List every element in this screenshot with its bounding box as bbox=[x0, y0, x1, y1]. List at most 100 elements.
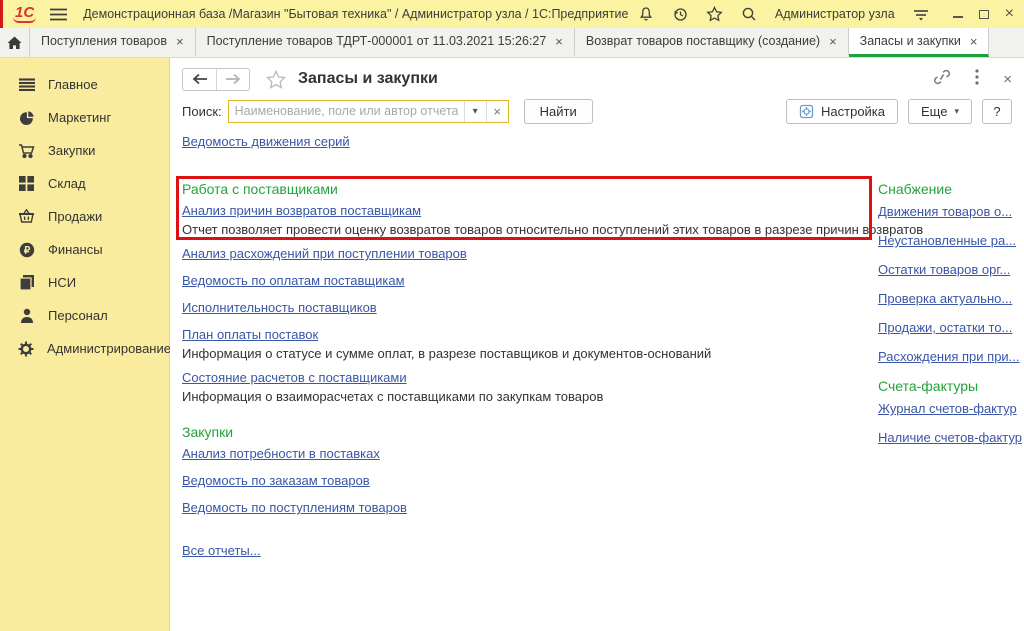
sidebar-item-label: Главное bbox=[48, 77, 98, 92]
main-menu-icon[interactable] bbox=[50, 8, 67, 21]
search-icon[interactable] bbox=[741, 6, 757, 22]
report-link-ispolnitelnost-postavshchikov[interactable]: Исполнительность поставщиков bbox=[182, 300, 923, 315]
help-button[interactable]: ? bbox=[982, 99, 1012, 124]
sidebar-item-label: НСИ bbox=[48, 275, 76, 290]
back-button[interactable] bbox=[183, 69, 216, 90]
pie-chart-icon bbox=[18, 109, 35, 126]
favorite-star-icon[interactable] bbox=[266, 70, 286, 89]
sidebar-item-marketing[interactable]: Маркетинг bbox=[0, 101, 169, 134]
sidebar-item-label: Закупки bbox=[48, 143, 95, 158]
tab-label: Поступление товаров ТДРТ-000001 от 11.03… bbox=[207, 34, 547, 48]
get-link-icon[interactable] bbox=[933, 69, 951, 90]
tab-close-icon[interactable]: × bbox=[555, 34, 563, 49]
report-link-nalichie-schetov-faktur[interactable]: Наличие счетов-фактур bbox=[878, 430, 1024, 445]
history-nav-group bbox=[182, 68, 250, 91]
title-bar: 1С Демонстрационная база /Магазин "Бытов… bbox=[0, 0, 1024, 28]
chevron-down-icon: ▾ bbox=[954, 106, 959, 117]
sidebar-item-label: Маркетинг bbox=[48, 110, 111, 125]
history-icon[interactable] bbox=[672, 6, 688, 22]
report-link-analiz-prichin-vozvratov[interactable]: Анализ причин возвратов поставщикам bbox=[182, 203, 923, 218]
main-content: Запасы и закупки × Поиск: ▾ × Найти bbox=[170, 58, 1024, 631]
sections-sidebar: Главное Маркетинг Закупки Склад Продажи … bbox=[0, 58, 170, 631]
service-menu-icon[interactable] bbox=[913, 7, 929, 22]
forward-button[interactable] bbox=[216, 69, 249, 90]
search-clear-icon[interactable]: × bbox=[486, 101, 508, 122]
window-edge bbox=[0, 0, 3, 28]
sidebar-item-label: Финансы bbox=[48, 242, 103, 257]
report-search-box: ▾ × bbox=[228, 100, 509, 123]
sidebar-item-administrirovanie[interactable]: Администрирование bbox=[0, 332, 169, 365]
report-link-raskhozhdeniya-pri-prieme[interactable]: Расхождения при при... bbox=[878, 349, 1024, 364]
report-link-prodazhi-ostatki[interactable]: Продажи, остатки то... bbox=[878, 320, 1024, 335]
list-icon bbox=[18, 76, 35, 93]
open-windows-tabbar: Поступления товаров × Поступление товаро… bbox=[0, 28, 1024, 58]
tab-label: Запасы и закупки bbox=[860, 34, 961, 48]
settings-button[interactable]: Настройка bbox=[786, 99, 898, 124]
report-link-proverka-aktualnosti[interactable]: Проверка актуально... bbox=[878, 291, 1024, 306]
tab-label: Возврат товаров поставщику (создание) bbox=[586, 34, 820, 48]
tab-label: Поступления товаров bbox=[41, 34, 167, 48]
window-minimize-button[interactable] bbox=[953, 10, 963, 18]
gear-icon bbox=[18, 340, 34, 357]
sidebar-item-finansy[interactable]: ₽ Финансы bbox=[0, 233, 169, 266]
favorites-star-icon[interactable] bbox=[706, 6, 723, 22]
search-label: Поиск: bbox=[182, 104, 222, 119]
section-title-zakupki: Закупки bbox=[182, 424, 923, 440]
page-title: Запасы и закупки bbox=[298, 70, 438, 88]
cart-icon bbox=[18, 142, 35, 159]
report-link-analiz-potrebnosti[interactable]: Анализ потребности в поставках bbox=[182, 446, 923, 461]
search-dropdown-icon[interactable]: ▾ bbox=[464, 101, 486, 122]
sidebar-item-personal[interactable]: Персонал bbox=[0, 299, 169, 332]
section-title-snabzhenie: Снабжение bbox=[878, 181, 1024, 197]
tab-postuplenie-tovarov-tdrt[interactable]: Поступление товаров ТДРТ-000001 от 11.03… bbox=[196, 28, 575, 57]
more-button-label: Еще bbox=[921, 104, 947, 119]
report-link-vedomost-po-postupleniyam[interactable]: Ведомость по поступлениям товаров bbox=[182, 500, 923, 515]
report-link-vedomost-dvizheniya-seriy[interactable]: Ведомость движения серий bbox=[182, 134, 923, 149]
tab-close-icon[interactable]: × bbox=[970, 34, 978, 49]
tab-postupleniya-tovarov[interactable]: Поступления товаров × bbox=[30, 28, 196, 57]
all-reports-link[interactable]: Все отчеты... bbox=[182, 543, 923, 558]
report-link-ostatki-tovarov[interactable]: Остатки товаров орг... bbox=[878, 262, 1024, 277]
close-form-icon[interactable]: × bbox=[1003, 71, 1012, 88]
sidebar-item-prodazhi[interactable]: Продажи bbox=[0, 200, 169, 233]
section-title-rabota-s-postavshchikami: Работа с поставщиками bbox=[182, 181, 923, 197]
report-link-sostoyanie-raschetov[interactable]: Состояние расчетов с поставщиками bbox=[182, 370, 923, 385]
tab-close-icon[interactable]: × bbox=[176, 34, 184, 49]
report-desc: Информация о статусе и сумме оплат, в ра… bbox=[182, 346, 923, 361]
svg-text:₽: ₽ bbox=[23, 245, 30, 256]
person-icon bbox=[18, 307, 35, 324]
window-close-button[interactable]: × bbox=[1005, 7, 1014, 21]
more-actions-ellipsis-icon[interactable] bbox=[975, 69, 979, 90]
find-button[interactable]: Найти bbox=[524, 99, 593, 124]
more-button[interactable]: Еще ▾ bbox=[908, 99, 972, 124]
sidebar-item-nsi[interactable]: НСИ bbox=[0, 266, 169, 299]
notifications-bell-icon[interactable] bbox=[638, 6, 654, 22]
window-title: Демонстрационная база /Магазин "Бытовая … bbox=[83, 7, 628, 21]
report-link-vedomost-po-zakazam[interactable]: Ведомость по заказам товаров bbox=[182, 473, 923, 488]
window-maximize-button[interactable] bbox=[979, 10, 989, 19]
sidebar-item-label: Администрирование bbox=[47, 341, 171, 356]
tab-zapasy-i-zakupki[interactable]: Запасы и закупки × bbox=[849, 28, 990, 57]
sidebar-item-label: Склад bbox=[48, 176, 86, 191]
ruble-coin-icon: ₽ bbox=[18, 241, 35, 258]
report-link-analiz-raskhozhdeniy[interactable]: Анализ расхождений при поступлении товар… bbox=[182, 246, 923, 261]
sidebar-item-glavnoe[interactable]: Главное bbox=[0, 68, 169, 101]
home-tab[interactable] bbox=[0, 28, 30, 57]
sidebar-item-sklad[interactable]: Склад bbox=[0, 167, 169, 200]
report-desc: Информация о взаиморасчетах с поставщика… bbox=[182, 389, 923, 404]
settings-button-label: Настройка bbox=[821, 104, 885, 119]
section-title-scheta-faktury: Счета-фактуры bbox=[878, 378, 1024, 394]
current-user[interactable]: Администратор узла bbox=[775, 7, 895, 21]
report-search-input[interactable] bbox=[229, 101, 464, 122]
report-link-dvizheniya-tovarov[interactable]: Движения товаров о... bbox=[878, 204, 1024, 219]
tab-close-icon[interactable]: × bbox=[829, 34, 837, 49]
report-link-zhurnal-schetov-faktur[interactable]: Журнал счетов-фактур bbox=[878, 401, 1024, 416]
report-link-neustanovlennye[interactable]: Неустановленные ра... bbox=[878, 233, 1024, 248]
sidebar-item-label: Персонал bbox=[48, 308, 108, 323]
sidebar-item-label: Продажи bbox=[48, 209, 102, 224]
sidebar-item-zakupki[interactable]: Закупки bbox=[0, 134, 169, 167]
tab-vozvrat-tovarov[interactable]: Возврат товаров поставщику (создание) × bbox=[575, 28, 849, 57]
report-link-vedomost-po-oplatam[interactable]: Ведомость по оплатам поставщикам bbox=[182, 273, 923, 288]
basket-icon bbox=[18, 208, 35, 225]
report-link-plan-oplaty-postavok[interactable]: План оплаты поставок bbox=[182, 327, 923, 342]
